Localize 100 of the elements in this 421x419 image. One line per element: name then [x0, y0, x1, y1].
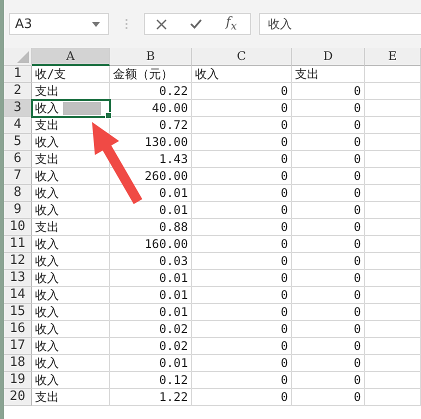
column-header[interactable]: E: [365, 48, 421, 66]
row-header[interactable]: 6: [4, 151, 32, 168]
table-cell: 收入: [35, 134, 59, 150]
row-header[interactable]: 9: [4, 202, 32, 219]
table-cell: 0: [354, 220, 361, 234]
name-box[interactable]: A3: [9, 13, 109, 35]
table-cell: 0: [280, 288, 288, 302]
table-cell: 0.01: [159, 288, 188, 302]
column-header[interactable]: C: [192, 48, 292, 66]
table-cell: 0.01: [159, 203, 188, 217]
table-cell: 支出: [35, 82, 59, 100]
table-cell: 0.01: [159, 305, 188, 319]
table-cell: 0.12: [159, 373, 188, 387]
row-header[interactable]: 17: [4, 338, 32, 355]
table-cell: 260.00: [144, 169, 188, 183]
table-cell: 0: [354, 390, 361, 404]
table-cell: 1.43: [159, 152, 188, 166]
cancel-icon[interactable]: [156, 18, 168, 30]
table-cell: 0: [280, 101, 288, 115]
table-cell: 0: [354, 203, 361, 217]
row-header[interactable]: 12: [4, 253, 32, 270]
table-cell: 0: [354, 101, 361, 115]
table-cell: 支出: [35, 116, 59, 134]
caret-icon: [92, 22, 100, 26]
table-cell: 0: [354, 339, 361, 353]
table-cell: 0: [280, 118, 288, 132]
table-cell: 0: [354, 322, 361, 336]
table-cell: 0: [280, 220, 288, 234]
table-cell: 金额（元）: [113, 66, 173, 82]
table-cell: 0: [354, 356, 361, 370]
table-cell: 支出: [35, 150, 59, 168]
table-cell: 收入: [35, 252, 59, 270]
table-cell: 0: [280, 135, 288, 149]
row-header[interactable]: 1: [4, 66, 32, 83]
row-header[interactable]: 15: [4, 304, 32, 321]
table-cell: 0: [280, 339, 288, 353]
table-cell: 1.22: [159, 390, 188, 404]
column-header[interactable]: B: [110, 48, 192, 66]
table-cell: 收入: [35, 304, 59, 320]
table-cell: 支出: [35, 218, 59, 236]
row-header[interactable]: 5: [4, 134, 32, 151]
table-cell: 0.22: [159, 84, 188, 98]
row-header[interactable]: 8: [4, 185, 32, 202]
table-cell: 0: [354, 84, 361, 98]
table-cell: 40.00: [152, 101, 188, 115]
table-cell: 收入: [35, 202, 59, 218]
table-cell: 收入: [35, 236, 59, 252]
row-header[interactable]: 3: [4, 100, 32, 117]
column-header[interactable]: D: [292, 48, 365, 66]
row-header[interactable]: 2: [4, 83, 32, 100]
table-cell: 收/支: [35, 66, 66, 82]
table-cell: 收入: [195, 66, 219, 82]
table-cell: 收入: [35, 168, 59, 184]
table-cell: 0.88: [159, 220, 188, 234]
table-cell: 0.01: [159, 271, 188, 285]
table-cell: 0: [354, 373, 361, 387]
check-icon[interactable]: [190, 19, 202, 29]
row-header[interactable]: 16: [4, 321, 32, 338]
row-header[interactable]: 7: [4, 168, 32, 185]
table-cell: 收入: [35, 320, 59, 338]
table-cell: 收入: [35, 100, 59, 116]
table-cell: 收入: [35, 184, 59, 202]
table-cell: 支出: [35, 388, 59, 406]
table-cell: 0: [280, 169, 288, 183]
table-cell: 0: [280, 390, 288, 404]
table-cell: 130.00: [144, 135, 188, 149]
table-cell: 0: [280, 84, 288, 98]
table-cell: 0: [354, 152, 361, 166]
fill-handle[interactable]: [105, 112, 112, 119]
table-cell: 0.02: [159, 322, 188, 336]
table-cell: 160.00: [144, 237, 188, 251]
row-header[interactable]: 13: [4, 270, 32, 287]
table-cell: 0: [280, 254, 288, 268]
row-header[interactable]: 20: [4, 389, 32, 406]
drag-handle-icon[interactable]: [125, 18, 128, 30]
table-cell: 0.72: [159, 118, 188, 132]
table-cell: 0: [354, 186, 361, 200]
table-cell: 0: [280, 356, 288, 370]
row-header[interactable]: 18: [4, 355, 32, 372]
table-cell: 0: [354, 237, 361, 251]
table-cell: 0.01: [159, 356, 188, 370]
table-cell: 0: [280, 237, 288, 251]
table-cell: 0: [354, 135, 361, 149]
table-cell: 0.02: [159, 339, 188, 353]
row-header[interactable]: 10: [4, 219, 32, 236]
table-cell: 0: [354, 169, 361, 183]
table-cell: 0: [280, 271, 288, 285]
insert-function-button[interactable]: f$_{x}$: [224, 15, 239, 33]
row-header[interactable]: 4: [4, 117, 32, 134]
table-cell: 0: [280, 203, 288, 217]
table-cell: 0: [354, 271, 361, 285]
table-cell: 收入: [35, 286, 59, 304]
table-cell: 收入: [35, 354, 59, 372]
table-cell: 0: [280, 322, 288, 336]
row-header[interactable]: 14: [4, 287, 32, 304]
row-header[interactable]: 19: [4, 372, 32, 389]
row-header[interactable]: 11: [4, 236, 32, 253]
formula-bar[interactable]: 收入: [259, 13, 421, 35]
table-cell: 收入: [35, 338, 59, 354]
column-header[interactable]: A: [32, 48, 110, 66]
